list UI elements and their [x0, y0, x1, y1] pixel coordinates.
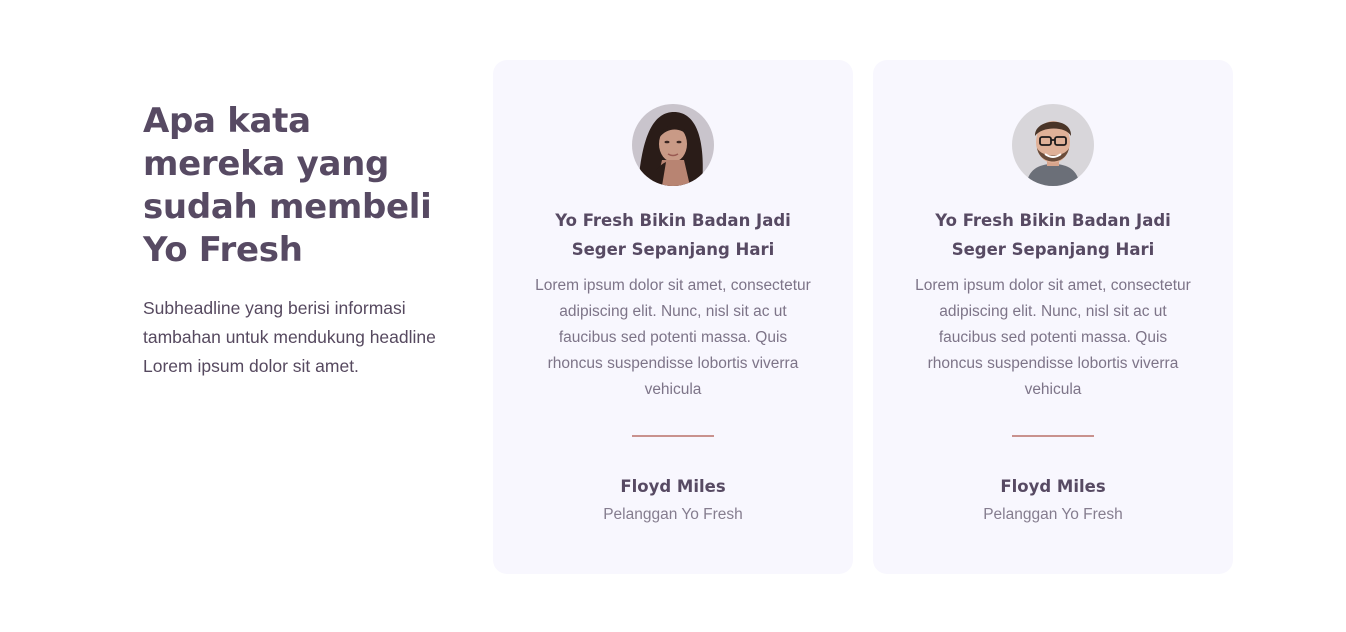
divider: [1012, 435, 1094, 437]
customer-role: Pelanggan Yo Fresh: [983, 506, 1123, 523]
section-subheadline: Subheadline yang berisi informasi tambah…: [143, 298, 436, 376]
testimonial-title: Yo Fresh Bikin Badan Jadi Seger Sepanjan…: [555, 211, 791, 259]
customer-name: Floyd Miles: [1000, 477, 1106, 496]
testimonial-card: Yo Fresh Bikin Badan Jadi Seger Sepanjan…: [493, 60, 853, 574]
section-headline: Apa kata mereka yang sudah membeli Yo Fr…: [143, 101, 432, 270]
man-portrait-icon: [1012, 104, 1094, 186]
avatar: [632, 104, 714, 186]
testimonial-body: Lorem ipsum dolor sit amet, consectetur …: [535, 277, 811, 398]
avatar: [1012, 104, 1094, 186]
testimonial-body: Lorem ipsum dolor sit amet, consectetur …: [915, 277, 1191, 398]
divider: [632, 435, 714, 437]
customer-role: Pelanggan Yo Fresh: [603, 506, 743, 523]
woman-portrait-icon: [632, 104, 714, 186]
testimonial-card: Yo Fresh Bikin Badan Jadi Seger Sepanjan…: [873, 60, 1233, 574]
testimonial-title: Yo Fresh Bikin Badan Jadi Seger Sepanjan…: [935, 211, 1171, 259]
section-intro: Apa kata mereka yang sudah membeli Yo Fr…: [143, 100, 453, 381]
customer-name: Floyd Miles: [620, 477, 726, 496]
